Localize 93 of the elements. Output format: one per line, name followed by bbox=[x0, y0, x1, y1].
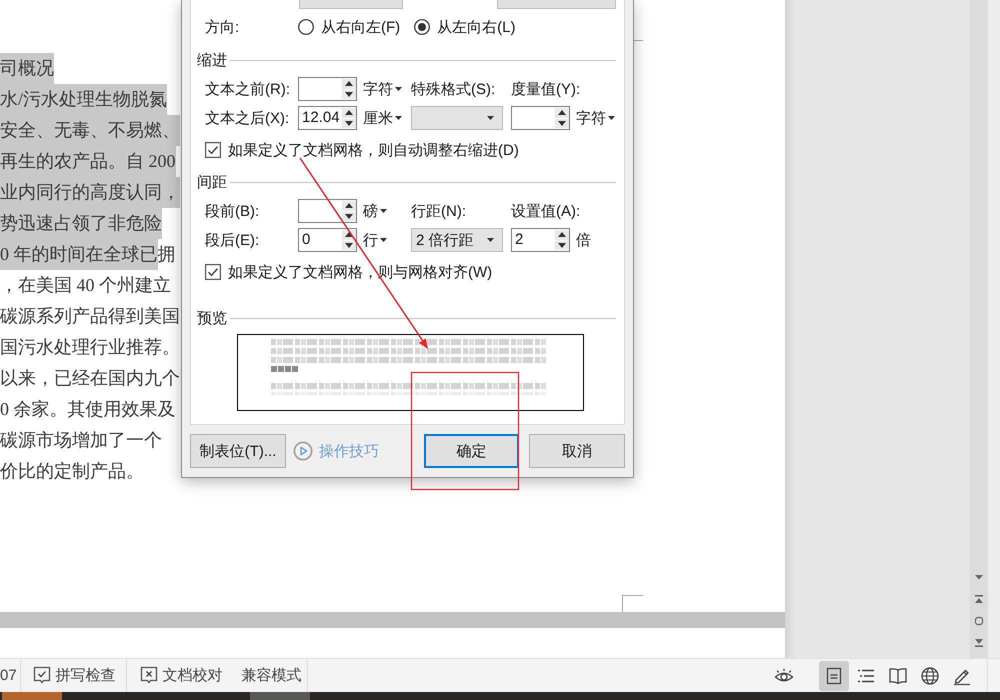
rounded-square-icon[interactable] bbox=[974, 616, 984, 626]
up-triangle-icon bbox=[558, 110, 566, 116]
down-triangle-icon bbox=[345, 242, 353, 248]
document-text: 水/污水处理生物脱氮 bbox=[0, 84, 168, 115]
margin-corner-mark bbox=[634, 40, 643, 41]
unit-dropdown[interactable]: 厘米 bbox=[363, 108, 402, 128]
document-text: 以来，已经在国内九个 bbox=[0, 367, 180, 390]
field-label: 文本之前(R): bbox=[205, 80, 290, 98]
spin-down-button[interactable] bbox=[342, 212, 356, 221]
spin-down-button[interactable] bbox=[555, 240, 569, 250]
document-text: 司概况 bbox=[0, 53, 54, 84]
status-button[interactable]: 文档校对 bbox=[126, 660, 223, 692]
play-circle-icon bbox=[293, 441, 313, 461]
unit-dropdown[interactable]: 磅 bbox=[363, 202, 387, 220]
dropdown-field[interactable] bbox=[299, 0, 403, 9]
spin-up-button[interactable] bbox=[342, 201, 356, 210]
spin-field[interactable] bbox=[511, 106, 570, 130]
radio-option[interactable]: 从左向右(L) bbox=[414, 18, 516, 36]
down-triangle-icon bbox=[558, 242, 566, 248]
field-label: 方向: bbox=[205, 18, 240, 36]
unit-label: 倍 bbox=[576, 230, 591, 250]
caret-down-icon bbox=[380, 238, 387, 242]
spin-field[interactable]: 12.04 bbox=[298, 106, 357, 130]
up-arrow-bar-icon[interactable] bbox=[974, 594, 984, 604]
document-text: 0 年的时间在全球已 bbox=[0, 239, 158, 270]
caret-down-icon bbox=[395, 116, 402, 120]
dropdown-field[interactable] bbox=[497, 0, 616, 9]
up-triangle-icon bbox=[345, 203, 353, 208]
document-text: 0 余家。其使用效果及 bbox=[0, 398, 176, 421]
unit-dropdown[interactable]: 字符 bbox=[576, 108, 615, 128]
spin-up-button[interactable] bbox=[342, 79, 356, 88]
up-triangle-icon bbox=[345, 110, 353, 116]
document-text: ，在美国 40 个州建立 bbox=[0, 274, 171, 297]
checkbox-option[interactable]: 如果定义了文档网格，则自动调整右缩进(D) bbox=[197, 141, 616, 159]
globe-icon bbox=[920, 666, 940, 686]
caret-down-icon bbox=[487, 116, 494, 120]
cancel-button[interactable]: 取消 bbox=[529, 434, 625, 468]
document-text: 势迅速占领了非危险 bbox=[0, 208, 162, 239]
dropdown-field[interactable]: 2 倍行距 bbox=[411, 228, 503, 252]
section-title: 缩进 bbox=[197, 50, 227, 70]
unit-dropdown[interactable]: 字符 bbox=[363, 80, 402, 98]
spin-up-button[interactable] bbox=[555, 230, 569, 240]
document-text: 业内同行的高度认同， bbox=[0, 177, 180, 208]
radio-option[interactable]: 从右向左(F) bbox=[298, 18, 400, 36]
field-label: 文本之后(X): bbox=[205, 108, 290, 128]
down-arrow-icon[interactable] bbox=[974, 572, 984, 582]
spin-up-button[interactable] bbox=[555, 108, 569, 118]
up-triangle-icon bbox=[345, 232, 353, 238]
spin-down-button[interactable] bbox=[342, 240, 356, 250]
section-title: 预览 bbox=[197, 308, 227, 328]
document-text: 价比的定制产品。 bbox=[0, 460, 144, 483]
cross-document-icon bbox=[140, 666, 158, 685]
page-icon bbox=[824, 666, 844, 686]
spin-field[interactable] bbox=[298, 199, 357, 223]
spin-field[interactable]: 0 bbox=[298, 228, 357, 252]
spin-down-button[interactable] bbox=[555, 118, 569, 128]
spin-down-button[interactable] bbox=[342, 118, 356, 128]
document-text: 拥 bbox=[158, 243, 176, 266]
spin-up-button[interactable] bbox=[342, 108, 356, 118]
caret-down-icon bbox=[395, 87, 402, 91]
view-button[interactable] bbox=[819, 660, 849, 690]
open-book-icon bbox=[888, 666, 908, 686]
caret-down-icon bbox=[608, 116, 615, 120]
spin-field[interactable]: 2 bbox=[511, 228, 570, 252]
down-triangle-icon bbox=[558, 120, 566, 126]
spin-field[interactable] bbox=[298, 77, 357, 101]
document-text: 碳源市场增加了一个 bbox=[0, 429, 162, 452]
tab-stops-button[interactable]: 制表位(T)... bbox=[190, 434, 286, 468]
field-label: 设置值(A): bbox=[511, 202, 580, 220]
unit-dropdown[interactable]: 行 bbox=[363, 230, 387, 250]
spin-down-button[interactable] bbox=[342, 90, 356, 99]
dropdown-field[interactable] bbox=[411, 106, 503, 130]
down-triangle-icon bbox=[345, 92, 353, 97]
down-triangle-icon bbox=[345, 120, 353, 126]
field-label: 特殊格式(S): bbox=[411, 80, 496, 98]
document-text: 国污水处理行业推荐。 bbox=[0, 336, 180, 359]
field-label: 段后(E): bbox=[205, 230, 260, 250]
document-text: 碳源系列产品得到美国 bbox=[0, 305, 180, 328]
down-triangle-icon bbox=[345, 214, 353, 219]
document-text: 再生的农产品。自 200 bbox=[0, 146, 176, 177]
check-document-icon bbox=[32, 666, 51, 685]
field-label: 段前(B): bbox=[205, 202, 260, 220]
ok-button[interactable]: 确定 bbox=[424, 434, 519, 468]
up-triangle-icon bbox=[558, 232, 566, 238]
section-title: 间距 bbox=[197, 172, 227, 192]
document-text: 安全、无毒、不易燃、 bbox=[0, 115, 180, 146]
caret-down-icon bbox=[380, 209, 387, 213]
up-triangle-icon bbox=[345, 81, 353, 86]
field-label: 度量值(Y): bbox=[511, 80, 580, 98]
checkbox-option[interactable]: 如果定义了文档网格，则与网格对齐(W) bbox=[197, 263, 616, 281]
down-arrow-bar-icon[interactable] bbox=[974, 638, 984, 648]
caret-down-icon bbox=[487, 238, 494, 242]
field-label: 行距(N): bbox=[411, 202, 466, 220]
